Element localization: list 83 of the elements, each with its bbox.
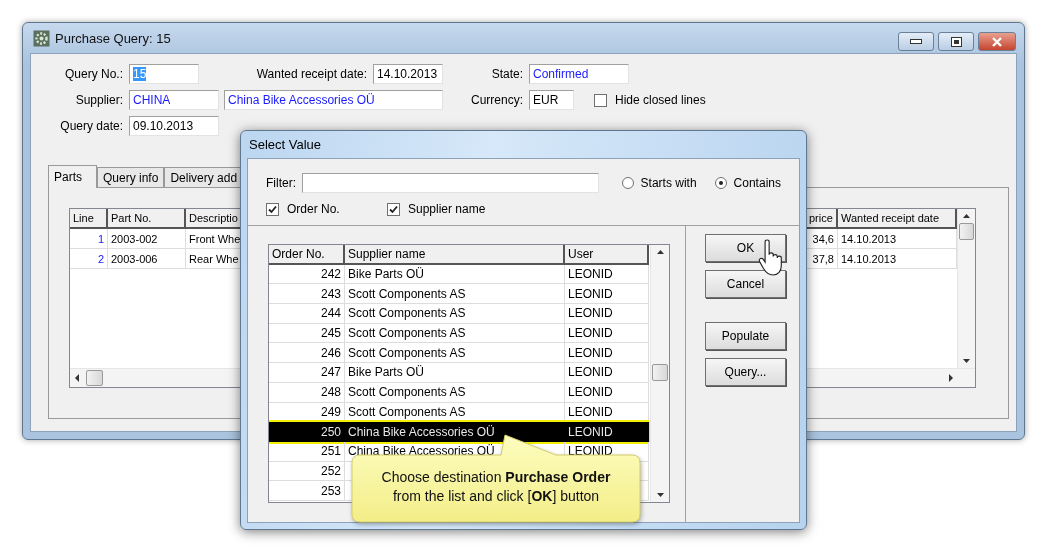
radio-button[interactable] [621,177,634,189]
table-cell: 2 [70,249,108,269]
table-cell[interactable]: Bike Parts OÜ [345,363,565,383]
table-cell: 2003-002 [108,229,186,249]
scroll-thumb[interactable] [86,370,103,386]
column-header[interactable]: Wanted receipt date [838,209,957,229]
table-cell[interactable]: LEONID [565,284,649,305]
checkbox[interactable] [387,202,400,216]
radio-button[interactable] [714,177,727,189]
table-cell[interactable]: 252 [269,461,345,482]
gear-icon [33,29,50,47]
field-label: Query date: [59,119,124,133]
minimize-button[interactable] [898,32,934,51]
filter-label: Filter: [266,176,297,190]
checkbox[interactable] [266,202,279,216]
table-cell[interactable]: Scott Components AS [345,304,565,324]
table-cell[interactable]: 246 [269,343,345,364]
checkbox[interactable] [594,93,607,107]
table-cell[interactable]: Scott Components AS [345,343,565,364]
table-cell[interactable]: LEONID [565,343,649,364]
column-header[interactable]: Order No. [269,245,345,265]
callout-text: Choose destination Purchase Order from the list and click [OK] button [380,468,612,506]
checkbox-label: Supplier name [408,202,486,216]
table-cell[interactable]: 248 [269,382,345,403]
table-cell[interactable]: Bike Parts OÜ [345,264,565,285]
table-cell[interactable]: Scott Components AS [345,323,565,344]
dialog-button[interactable]: Populate [705,322,786,350]
tab[interactable]: Parts [48,165,97,188]
column-header[interactable]: Part No. [108,209,186,229]
minimize-icon [910,39,922,44]
table-cell[interactable]: China Bike Accessories OÜ [345,422,565,442]
maximize-button[interactable] [938,32,974,51]
field-label: Currency: [470,93,524,107]
column-header[interactable]: Line [70,209,108,229]
vertical-scrollbar[interactable] [650,245,669,502]
input-field[interactable]: Confirmed [529,64,629,84]
table-cell[interactable]: 243 [269,284,345,305]
scroll-thumb[interactable] [652,364,668,381]
input-field[interactable]: 09.10.2013 [129,116,219,136]
table-cell[interactable]: 247 [269,363,345,383]
column-header[interactable]: User [565,245,649,265]
table-cell[interactable]: Scott Components AS [345,382,565,403]
input-field[interactable]: CHINA [129,90,219,110]
dialog-button[interactable]: Query... [705,358,786,386]
input-field[interactable]: China Bike Accessories OÜ [224,90,443,110]
table-cell[interactable]: LEONID [565,264,649,285]
table-cell[interactable]: 250 [269,422,345,442]
checkbox-label: Hide closed lines [615,93,706,107]
table-cell[interactable]: LEONID [565,323,649,344]
column-header[interactable]: Supplier name [345,245,565,265]
checkbox-label: Order No. [287,202,340,216]
table-cell: 2003-006 [108,249,186,269]
field-label: Query No.: [63,67,124,81]
table-cell[interactable]: LEONID [565,422,649,442]
field-label: Wanted receipt date: [255,67,368,81]
vertical-scrollbar[interactable] [957,209,975,368]
table-cell[interactable]: LEONID [565,304,649,324]
field-label: Supplier: [74,93,124,107]
radio-label: Starts with [640,176,697,190]
dialog-title: Select Value [249,137,322,152]
table-cell: 1 [70,229,108,249]
input-field[interactable]: EUR [529,90,574,110]
field-label: State: [490,67,524,81]
table-cell[interactable]: LEONID [565,363,649,383]
table-cell[interactable]: LEONID [565,382,649,403]
table-cell[interactable]: 242 [269,264,345,285]
table-cell[interactable]: Scott Components AS [345,284,565,305]
dialog-button[interactable]: OK [705,234,786,262]
input-field[interactable]: 14.10.2013 [373,64,443,84]
tab[interactable]: Query info [97,167,165,187]
table-cell[interactable]: 253 [269,481,345,501]
scroll-thumb[interactable] [959,223,974,240]
maximize-icon [950,36,962,47]
close-icon [991,36,1003,47]
table-cell[interactable]: 251 [269,441,345,462]
table-cell[interactable]: 245 [269,323,345,344]
radio-label: Contains [733,176,781,190]
window-title: Purchase Query: 15 [55,30,171,46]
close-button[interactable] [978,32,1016,51]
column-header[interactable]: price [806,209,838,229]
dialog-button[interactable]: Cancel [705,270,786,298]
table-cell[interactable]: 244 [269,304,345,324]
filter-field[interactable] [301,173,599,193]
